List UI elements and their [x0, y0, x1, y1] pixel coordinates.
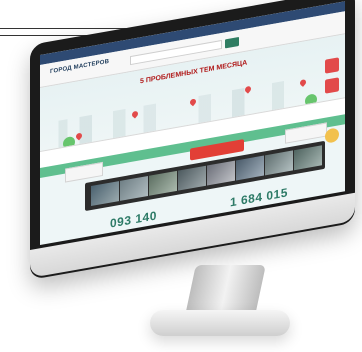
stage: ГОРОД МАСТЕРОВ 5 ПРОБЛЕМНЫХ ТЕМ МЕСЯЦА 0…	[0, 0, 362, 352]
site-logo-text: ГОРОД МАСТЕРОВ	[50, 58, 110, 76]
side-rail-yellow-icon[interactable]	[325, 127, 339, 144]
filmstrip-thumbnail[interactable]	[149, 170, 177, 196]
right-rail	[325, 57, 339, 179]
site-logo[interactable]: ГОРОД МАСТЕРОВ	[50, 59, 109, 76]
monitor-stand-base	[150, 310, 290, 336]
filmstrip-thumbnail[interactable]	[120, 175, 148, 201]
filmstrip-thumbnail[interactable]	[91, 181, 119, 207]
filmstrip-thumbnail[interactable]	[294, 145, 322, 171]
side-rail-button[interactable]	[325, 57, 339, 74]
side-rail-button[interactable]	[325, 77, 339, 94]
filmstrip-thumbnail[interactable]	[236, 155, 264, 181]
filmstrip-thumbnail[interactable]	[265, 150, 293, 176]
filmstrip-thumbnail[interactable]	[207, 160, 235, 186]
filmstrip-thumbnail[interactable]	[178, 165, 206, 191]
header-search-button[interactable]	[225, 36, 239, 49]
